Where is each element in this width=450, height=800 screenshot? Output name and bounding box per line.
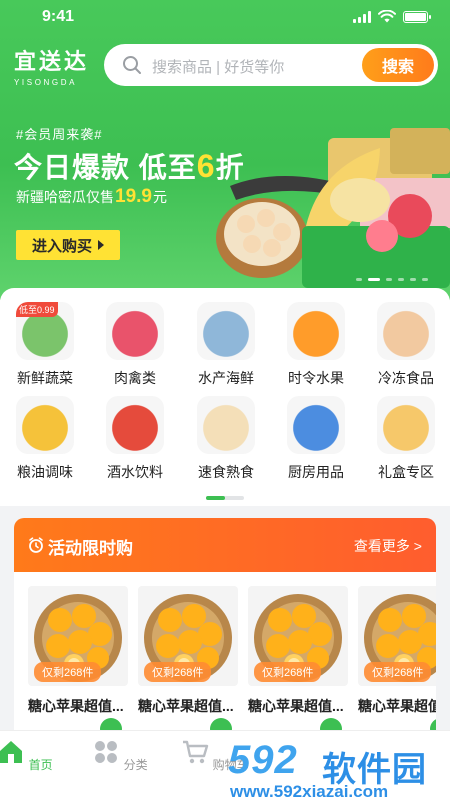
wifi-icon — [378, 10, 396, 23]
status-bar: 9:41 — [0, 0, 450, 34]
hero-header: 9:41 宜送达 YISONGDA 搜索商品 | 好货等你 搜索 #会员周来袭#… — [0, 0, 450, 300]
category-item[interactable]: 水产海鲜 — [186, 302, 266, 388]
category-badge: 低至0.99 — [16, 302, 58, 317]
brand-logo[interactable]: 宜送达 YISONGDA — [14, 44, 89, 87]
home-icon — [0, 741, 23, 763]
pagination-dot[interactable] — [368, 278, 380, 281]
vegetable-icon: 低至0.99 — [16, 302, 74, 360]
category-label: 肉禽类 — [114, 370, 156, 386]
play-arrow-icon — [98, 240, 104, 250]
frozen-food-icon — [377, 302, 435, 360]
category-item[interactable]: 速食熟食 — [186, 396, 266, 482]
banner-tag: #会员周来袭# — [16, 127, 103, 142]
category-label: 酒水饮料 — [107, 464, 163, 480]
fruit-icon — [287, 302, 345, 360]
product-image: 仅剩268件 — [138, 586, 238, 686]
search-button[interactable]: 搜索 — [362, 48, 434, 82]
product-image: 仅剩268件 — [248, 586, 348, 686]
brand-name: 宜送达 — [14, 49, 90, 74]
product-card[interactable]: 仅剩268件糖心苹果超值...¥18.9 — [358, 586, 436, 744]
flash-sale-title: 活动限时购 — [48, 539, 133, 558]
product-card[interactable]: 仅剩268件糖心苹果超值...¥18.9 — [248, 586, 348, 744]
flash-sale-products: 仅剩268件糖心苹果超值...¥18.9仅剩268件糖心苹果超值...¥18.9… — [28, 586, 436, 748]
dumpling-icon — [197, 396, 255, 454]
product-image: 仅剩268件 — [358, 586, 436, 686]
product-card[interactable]: 仅剩268件糖心苹果超值...¥18.9 — [138, 586, 238, 744]
category-grid-icon — [95, 741, 118, 763]
stock-badge: 仅剩268件 — [34, 662, 102, 682]
category-label: 新鲜蔬菜 — [17, 370, 73, 386]
watermark-number: 592 — [228, 738, 298, 782]
category-label: 冷冻食品 — [378, 370, 434, 386]
search-input[interactable]: 搜索商品 | 好货等你 — [152, 56, 284, 77]
banner-subtitle: 新疆哈密瓜仅售19.9元 — [16, 186, 167, 207]
brand-subtitle: YISONGDA — [14, 78, 78, 87]
category-page-indicator — [206, 496, 244, 500]
pagination-dot[interactable] — [386, 278, 392, 281]
category-item[interactable]: 酒水饮料 — [95, 396, 175, 482]
category-item[interactable]: 冷冻食品 — [366, 302, 446, 388]
product-name: 糖心苹果超值... — [248, 698, 344, 714]
status-icons — [353, 10, 431, 23]
tab-home-label: 首页 — [28, 758, 53, 772]
category-label: 时令水果 — [288, 370, 344, 386]
cart-icon — [183, 740, 209, 764]
signal-icon — [353, 10, 371, 23]
pagination-dot[interactable] — [410, 278, 416, 281]
category-grid: 低至0.99 新鲜蔬菜 肉禽类 水产海鲜 时令水果 冷冻食品粮油调味 酒水饮料 速食熟食 厨房用… — [0, 288, 450, 506]
fish-icon — [197, 302, 255, 360]
drink-icon — [106, 396, 164, 454]
detergent-icon — [287, 396, 345, 454]
gift-box-icon — [377, 396, 435, 454]
category-item[interactable]: 低至0.99 新鲜蔬菜 — [5, 302, 85, 388]
alarm-clock-icon — [29, 537, 43, 553]
product-card[interactable]: 仅剩268件糖心苹果超值...¥18.9 — [28, 586, 128, 744]
product-name: 糖心苹果超值... — [28, 698, 124, 714]
category-label: 厨房用品 — [288, 464, 344, 480]
tab-category-label: 分类 — [123, 758, 148, 772]
stock-badge: 仅剩268件 — [144, 662, 212, 682]
category-label: 水产海鲜 — [198, 370, 254, 386]
flash-sale-header: 活动限时购 查看更多 > — [14, 518, 436, 572]
stock-badge: 仅剩268件 — [254, 662, 322, 682]
tab-home[interactable]: 首页 — [0, 739, 70, 773]
oil-icon — [16, 396, 74, 454]
category-label: 粮油调味 — [17, 464, 73, 480]
search-bar[interactable]: 搜索商品 | 好货等你 搜索 — [104, 44, 438, 86]
meat-icon — [106, 302, 164, 360]
category-item[interactable]: 时令水果 — [276, 302, 356, 388]
tab-category[interactable]: 分类 — [75, 739, 165, 773]
status-time: 9:41 — [42, 8, 75, 25]
flash-sale-section: 活动限时购 查看更多 > 仅剩268件糖心苹果超值...¥18.9仅剩268件糖… — [14, 518, 436, 748]
battery-icon — [403, 10, 431, 23]
see-more-link[interactable]: 查看更多 > — [354, 536, 422, 556]
category-label: 速食熟食 — [198, 464, 254, 480]
category-item[interactable]: 肉禽类 — [95, 302, 175, 388]
banner-pagination — [356, 278, 428, 281]
watermark-url: www.592xiazai.com — [230, 782, 389, 800]
category-item[interactable]: 厨房用品 — [276, 396, 356, 482]
category-label: 礼盒专区 — [378, 464, 434, 480]
search-icon — [123, 56, 141, 74]
pagination-dot[interactable] — [422, 278, 428, 281]
category-item[interactable]: 礼盒专区 — [366, 396, 446, 482]
category-item[interactable]: 粮油调味 — [5, 396, 85, 482]
banner-buy-button[interactable]: 进入购买 — [16, 230, 120, 260]
stock-badge: 仅剩268件 — [364, 662, 432, 682]
product-name: 糖心苹果超值... — [358, 698, 436, 714]
site-watermark: 592 软件园 www.592xiazai.com — [224, 736, 450, 800]
pagination-dot[interactable] — [398, 278, 404, 281]
product-name: 糖心苹果超值... — [138, 698, 234, 714]
product-image: 仅剩268件 — [28, 586, 128, 686]
pagination-dot[interactable] — [356, 278, 362, 281]
banner-fruit-image[interactable] — [210, 108, 450, 288]
